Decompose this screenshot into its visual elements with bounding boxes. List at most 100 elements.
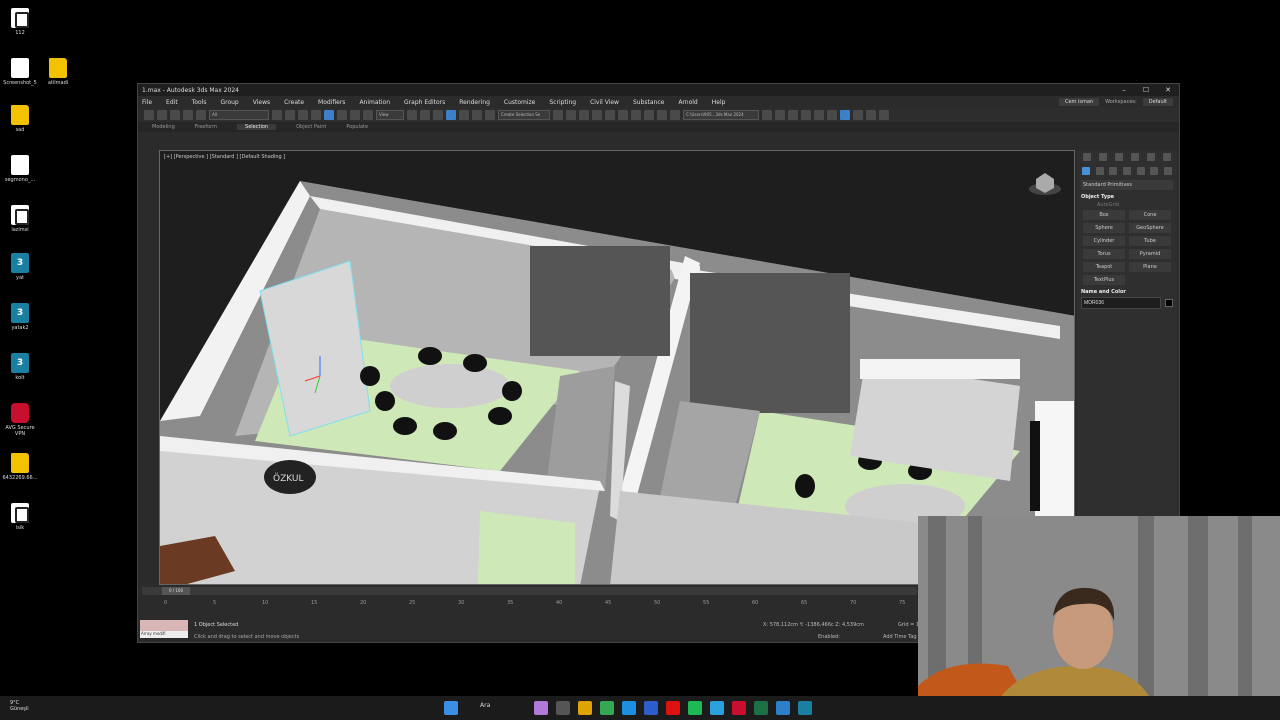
place-icon[interactable]	[363, 110, 373, 120]
photos-icon[interactable]	[776, 701, 790, 715]
viewport-label[interactable]: [+] [Perspective ] [Standard ] [Default …	[164, 154, 285, 160]
angle-snap-icon[interactable]	[446, 110, 456, 120]
copilot-icon[interactable]	[534, 701, 548, 715]
workspace-dropdown[interactable]: Default	[1142, 98, 1173, 106]
minimize-button[interactable]: –	[1113, 86, 1135, 94]
ribbon-tab-selection[interactable]: Selection	[237, 124, 277, 130]
torus-button[interactable]: Torus	[1083, 249, 1125, 259]
time-slider-thumb[interactable]: 0 / 100	[162, 587, 190, 595]
mirror-icon[interactable]	[553, 110, 563, 120]
avg-vpn-icon[interactable]	[732, 701, 746, 715]
align-icon[interactable]	[566, 110, 576, 120]
settings-icon[interactable]	[827, 110, 837, 120]
3dsmax-taskbar-icon[interactable]	[798, 701, 812, 715]
excel-icon[interactable]	[754, 701, 768, 715]
modify-tab-icon[interactable]	[1099, 153, 1107, 161]
pyramid-button[interactable]: Pyramid	[1129, 249, 1171, 259]
start-icon[interactable]	[444, 701, 458, 715]
menu-file[interactable]: File	[142, 99, 152, 106]
coordinate-display[interactable]: X: 578,112cm Y: -1386,466c Z: 4,539cm	[763, 622, 864, 628]
object-type-rollout[interactable]: Object Type	[1081, 194, 1173, 200]
spacewarps-icon[interactable]	[1150, 167, 1159, 175]
render-setup-icon[interactable]	[644, 110, 654, 120]
object-name-field[interactable]	[1081, 297, 1161, 309]
percent-snap-icon[interactable]	[459, 110, 469, 120]
ribbon-tab-freeform[interactable]: Freeform	[195, 124, 217, 130]
textplus-button[interactable]: TextPlus	[1083, 275, 1125, 285]
menu-animation[interactable]: Animation	[359, 99, 390, 106]
desktop-icon[interactable]: 112	[0, 8, 40, 36]
redo-icon[interactable]	[157, 110, 167, 120]
ribbon-tab-populate[interactable]: Populate	[346, 124, 368, 130]
undo-icon[interactable]	[144, 110, 154, 120]
display-tab-icon[interactable]	[1147, 153, 1155, 161]
schematic-view-icon[interactable]	[618, 110, 628, 120]
viewport-layout-icon[interactable]	[775, 110, 785, 120]
spinner-snap-icon[interactable]	[472, 110, 482, 120]
link-icon[interactable]	[170, 110, 180, 120]
toggle-ribbon-icon[interactable]	[592, 110, 602, 120]
pivot-icon[interactable]	[407, 110, 417, 120]
project-path-field[interactable]: C:\Users\905...3ds Max 2024	[683, 110, 759, 120]
rotate-icon[interactable]	[337, 110, 347, 120]
menu-create[interactable]: Create	[284, 99, 304, 106]
ribbon-tab-object-paint[interactable]: Object Paint	[296, 124, 326, 130]
spotify-icon[interactable]	[688, 701, 702, 715]
select-by-name-icon[interactable]	[285, 110, 295, 120]
material-editor-icon[interactable]	[631, 110, 641, 120]
add-time-tag[interactable]: Add Time Tag	[883, 634, 917, 640]
tube-button[interactable]: Tube	[1129, 236, 1171, 246]
hierarchy-tab-icon[interactable]	[1115, 153, 1123, 161]
render-production-icon[interactable]	[670, 110, 680, 120]
store-icon[interactable]	[644, 701, 658, 715]
shapes-icon[interactable]	[1095, 167, 1104, 175]
plane-button[interactable]: Plane	[1129, 262, 1171, 272]
desktop-icon[interactable]: Screenshot_5	[0, 58, 40, 86]
menu-civil-view[interactable]: Civil View	[590, 99, 619, 106]
desktop-icon[interactable]: atilmadi	[38, 58, 78, 86]
close-button[interactable]: ✕	[1157, 86, 1179, 94]
object-color-swatch[interactable]	[1165, 299, 1173, 307]
telegram-icon[interactable]	[710, 701, 724, 715]
primitive-category-dropdown[interactable]: Standard Primitives	[1081, 180, 1173, 190]
menu-substance[interactable]: Substance	[633, 99, 664, 106]
taskbar-search[interactable]: Ara	[466, 702, 526, 714]
menu-help[interactable]: Help	[712, 99, 726, 106]
named-selection-sets-dropdown[interactable]: Create Selection Se	[498, 110, 550, 120]
arnold-render-icon[interactable]	[853, 110, 863, 120]
sphere-button[interactable]: Sphere	[1083, 223, 1125, 233]
motion-tab-icon[interactable]	[1131, 153, 1139, 161]
menu-group[interactable]: Group	[220, 99, 238, 106]
geometry-icon[interactable]	[1081, 167, 1090, 175]
utilities-tab-icon[interactable]	[1163, 153, 1171, 161]
menu-customize[interactable]: Customize	[504, 99, 536, 106]
box-button[interactable]: Box	[1083, 210, 1125, 220]
autogrid-checkbox[interactable]: AutoGrid	[1097, 202, 1157, 208]
cylinder-button[interactable]: Cylinder	[1083, 236, 1125, 246]
desktop-icon[interactable]: 6432269.66...	[0, 453, 40, 481]
window-crossing-icon[interactable]	[311, 110, 321, 120]
systems-icon[interactable]	[1164, 167, 1173, 175]
unlink-icon[interactable]	[183, 110, 193, 120]
name-color-rollout[interactable]: Name and Color	[1081, 289, 1173, 295]
menu-graph-editors[interactable]: Graph Editors	[404, 99, 445, 106]
ribbon-tab-modeling[interactable]: Modeling	[152, 124, 175, 130]
manipulate-icon[interactable]	[420, 110, 430, 120]
rendered-frame-icon[interactable]	[657, 110, 667, 120]
geosphere-button[interactable]: GeoSphere	[1129, 223, 1171, 233]
desktop-icon[interactable]: segmono_...	[0, 155, 40, 183]
arnold-ipr-icon[interactable]	[866, 110, 876, 120]
curve-editor-icon[interactable]	[605, 110, 615, 120]
desktop-icon[interactable]: AVG Secure VPN	[0, 403, 40, 437]
menu-rendering[interactable]: Rendering	[459, 99, 490, 106]
menu-modifiers[interactable]: Modifiers	[318, 99, 345, 106]
layer-explorer-icon[interactable]	[579, 110, 589, 120]
menu-arnold[interactable]: Arnold	[678, 99, 697, 106]
maximize-button[interactable]: ☐	[1135, 86, 1157, 94]
helpers-icon[interactable]	[1136, 167, 1145, 175]
region-select-icon[interactable]	[298, 110, 308, 120]
desktop-icon[interactable]: 3 yat	[0, 253, 40, 281]
task-view-icon[interactable]	[556, 701, 570, 715]
desktop-icon[interactable]: 3 yatak2	[0, 303, 40, 331]
lights-icon[interactable]	[1109, 167, 1118, 175]
